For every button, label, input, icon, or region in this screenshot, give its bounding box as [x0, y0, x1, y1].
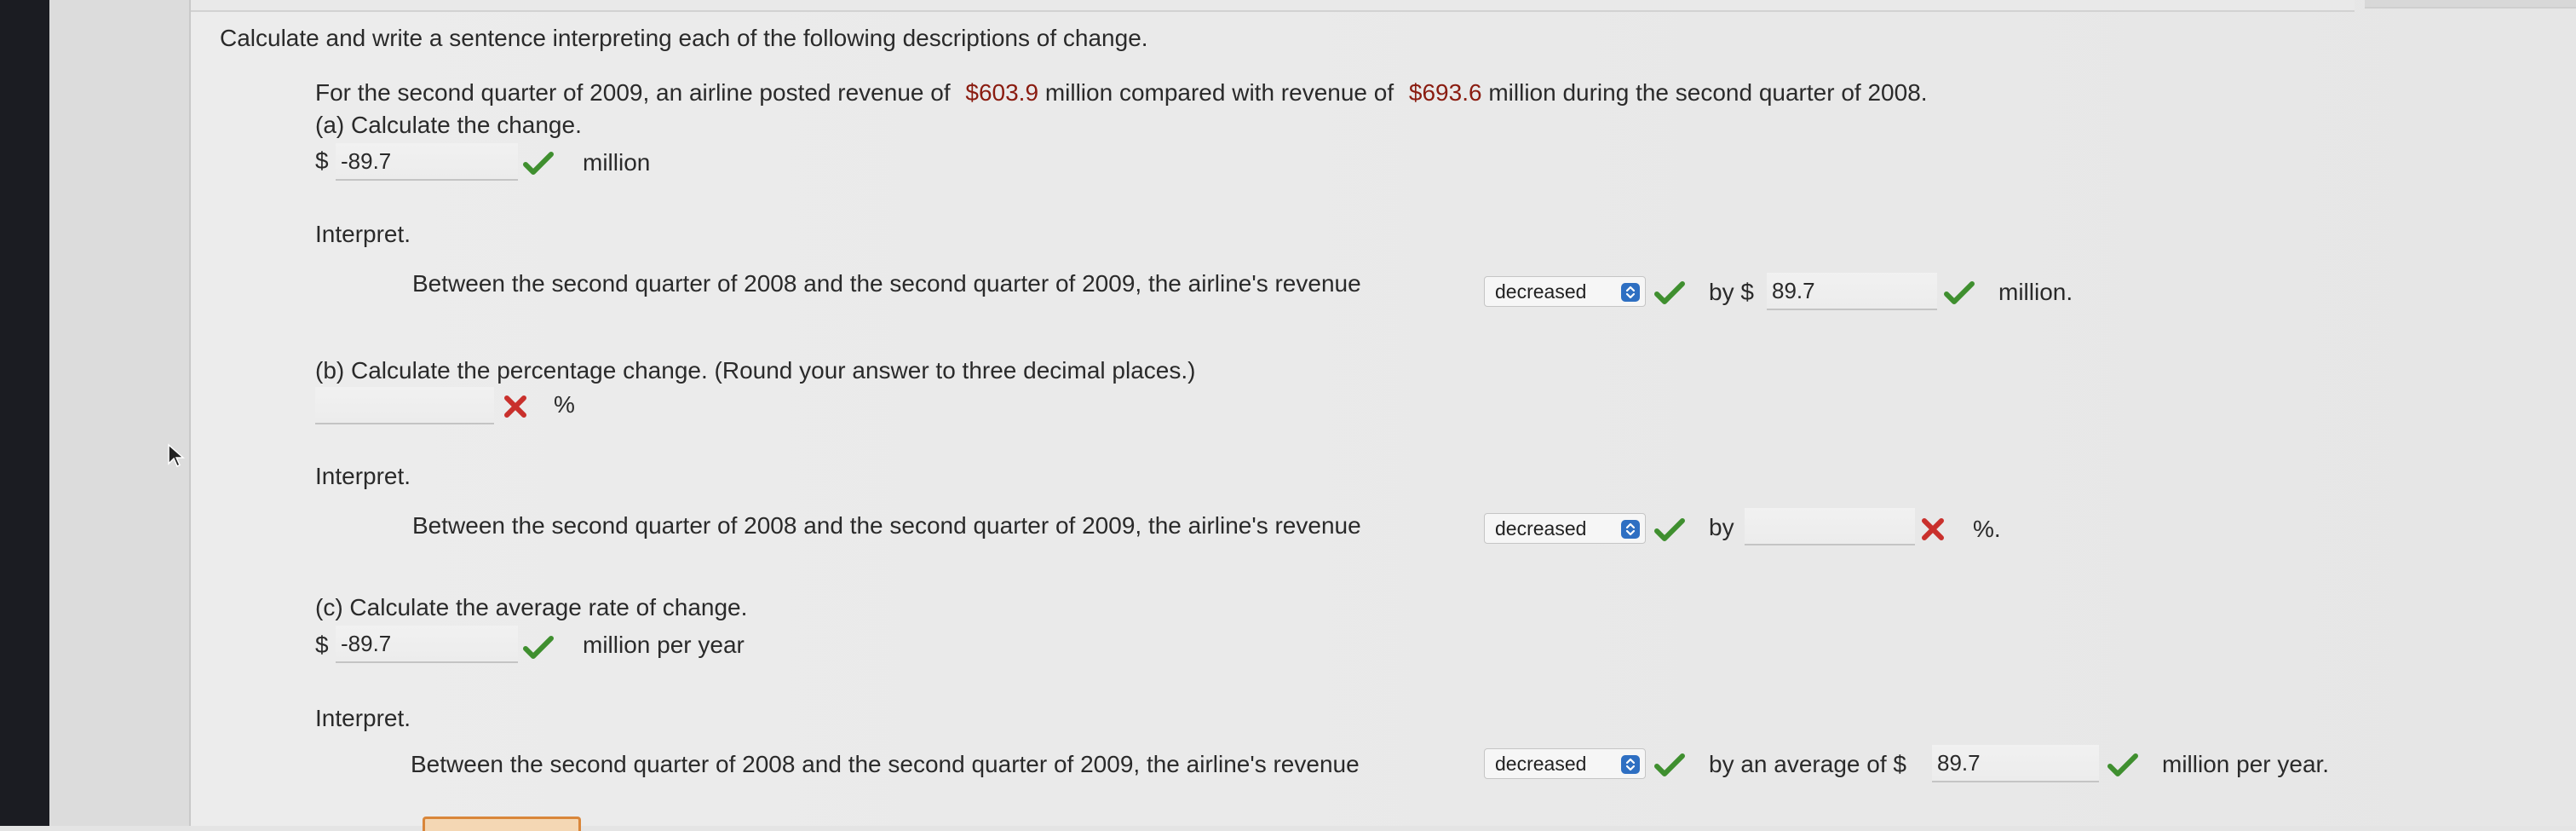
correct-check-icon	[1654, 753, 1685, 776]
part-c-direction-select[interactable]: decreased	[1484, 748, 1646, 779]
part-c-currency: $	[315, 632, 329, 658]
part-c-unit: million per year	[583, 632, 745, 658]
part-a-interpret-label: Interpret.	[315, 221, 411, 247]
part-a-select-value: decreased	[1495, 280, 1587, 303]
correct-check-icon	[1654, 281, 1685, 304]
part-b-by-label: by	[1709, 514, 1734, 540]
problem-prefix: For the second quarter of 2009, an airli…	[315, 79, 951, 106]
part-c-answer-input[interactable]: -89.7	[336, 626, 518, 663]
part-a-heading: (a) Calculate the change.	[315, 112, 582, 138]
part-b-select-value: decreased	[1495, 517, 1587, 540]
part-c-select-value: decreased	[1495, 753, 1587, 775]
part-b-heading: (b) Calculate the percentage change. (Ro…	[315, 357, 1196, 384]
select-toggle-icon	[1621, 520, 1640, 539]
correct-check-icon	[1654, 518, 1685, 541]
part-b-direction-select[interactable]: decreased	[1484, 513, 1646, 544]
correct-check-icon	[2107, 753, 2138, 776]
problem-mid: million compared with revenue of	[1044, 79, 1394, 106]
correct-check-icon	[523, 152, 554, 175]
bottom-action-button[interactable]	[423, 817, 581, 831]
top-divider	[191, 0, 2355, 12]
incorrect-x-icon	[1922, 518, 1944, 540]
revenue-2008: $693.6	[1408, 79, 1482, 106]
correct-check-icon	[1944, 281, 1975, 304]
part-b-end: %.	[1973, 516, 2001, 542]
part-c-interpret-label: Interpret.	[315, 705, 411, 731]
top-right-tab	[2365, 0, 2576, 9]
part-a-currency: $	[315, 147, 329, 174]
select-toggle-icon	[1621, 755, 1640, 774]
correct-check-icon	[523, 636, 554, 659]
part-b-interpret-label: Interpret.	[315, 463, 411, 489]
part-c-heading: (c) Calculate the average rate of change…	[315, 594, 748, 620]
instructions-text: Calculate and write a sentence interpret…	[220, 25, 1148, 51]
part-c-sentence: Between the second quarter of 2008 and t…	[411, 751, 1360, 777]
part-c-by-label: by an average of $	[1709, 751, 1906, 777]
left-window-edge	[0, 0, 49, 826]
mouse-pointer-icon	[168, 443, 185, 468]
part-a-sentence: Between the second quarter of 2008 and t…	[412, 270, 1361, 297]
part-a-by-label: by $	[1709, 279, 1754, 305]
part-a-unit: million	[583, 149, 651, 176]
part-b-unit: %	[554, 391, 575, 418]
select-toggle-icon	[1621, 283, 1640, 302]
sidebar-margin	[49, 0, 190, 826]
incorrect-x-icon	[504, 395, 526, 418]
part-b-sentence: Between the second quarter of 2008 and t…	[412, 512, 1361, 539]
part-a-answer-input[interactable]: -89.7	[336, 143, 518, 181]
part-c-end: million per year.	[2162, 751, 2330, 777]
part-b-answer-input[interactable]	[315, 387, 494, 424]
part-a-by-input[interactable]: 89.7	[1767, 273, 1937, 310]
part-c-by-input[interactable]: 89.7	[1932, 745, 2099, 782]
problem-statement: For the second quarter of 2009, an airli…	[315, 78, 1928, 107]
part-a-direction-select[interactable]: decreased	[1484, 276, 1646, 307]
problem-suffix: million during the second quarter of 200…	[1488, 79, 1928, 106]
part-b-by-input[interactable]	[1745, 508, 1915, 545]
revenue-2009: $603.9	[965, 79, 1039, 106]
part-a-end: million.	[1998, 279, 2073, 305]
